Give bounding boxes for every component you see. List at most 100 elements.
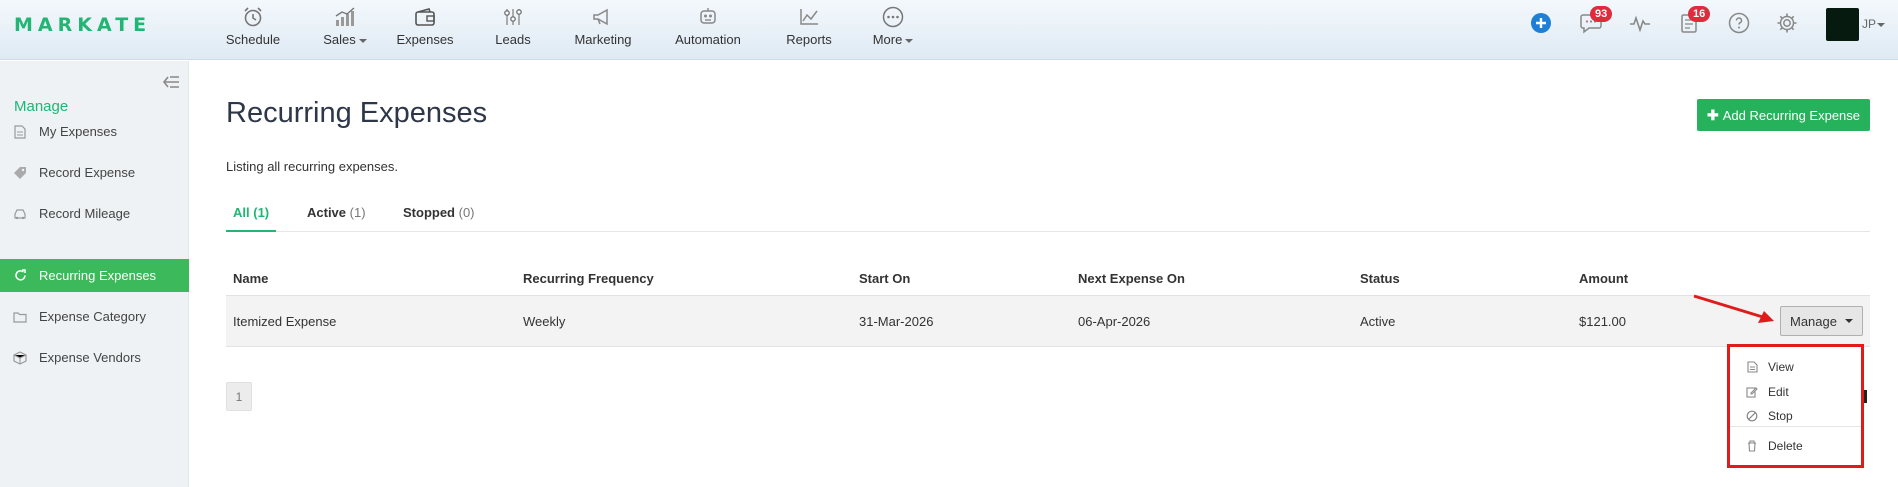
avatar[interactable] bbox=[1826, 8, 1859, 41]
sidebar-item-my-expenses[interactable]: My Expenses bbox=[0, 115, 189, 148]
tab-label: All bbox=[233, 205, 250, 220]
tab-count: (1) bbox=[349, 205, 366, 220]
box-icon bbox=[13, 350, 27, 365]
tasks-badge: 16 bbox=[1688, 6, 1711, 22]
tasks-button[interactable]: 16 bbox=[1674, 6, 1711, 40]
tab-count: (1) bbox=[253, 205, 270, 220]
manage-label: Manage bbox=[1790, 313, 1837, 329]
nav-label: Reports bbox=[786, 32, 832, 47]
cell-status: Active bbox=[1360, 313, 1396, 329]
column-header[interactable]: Start On bbox=[859, 262, 910, 295]
sidebar-item-label: Recurring Expenses bbox=[39, 268, 157, 283]
tab-count: (0) bbox=[458, 205, 475, 220]
nav-more[interactable]: More bbox=[872, 4, 914, 56]
nav-label: Schedule bbox=[225, 32, 281, 47]
sidebar-item-label: Expense Vendors bbox=[39, 350, 141, 365]
messages-badge: 93 bbox=[1590, 6, 1613, 22]
alarm-clock-icon bbox=[239, 4, 267, 30]
question-circle-icon bbox=[1728, 12, 1750, 39]
chevron-down-icon bbox=[1844, 319, 1853, 323]
tab-label: Stopped bbox=[403, 205, 455, 220]
pulse-icon bbox=[1629, 12, 1651, 39]
sidebar-item-record-expense[interactable]: Record Expense bbox=[0, 156, 189, 189]
table-row: Itemized Expense Weekly 31-Mar-2026 06-A… bbox=[226, 296, 1870, 347]
cell-frequency: Weekly bbox=[523, 313, 566, 329]
nav-reports[interactable]: Reports bbox=[786, 4, 832, 56]
plus-circle-icon bbox=[1530, 12, 1552, 39]
document-icon bbox=[13, 124, 27, 139]
cell-name: Itemized Expense bbox=[233, 313, 337, 329]
nav-marketing[interactable]: Marketing bbox=[574, 4, 632, 56]
line-chart-icon bbox=[795, 4, 823, 30]
sidebar-item-label: Record Mileage bbox=[39, 206, 131, 221]
megaphone-icon bbox=[589, 4, 617, 30]
sidebar-item-record-mileage[interactable]: Record Mileage bbox=[0, 197, 189, 230]
quick-add-button[interactable] bbox=[1526, 10, 1556, 40]
collapse-arrow-icon bbox=[162, 76, 179, 88]
edge-marker bbox=[1864, 390, 1867, 403]
annotation-arrow-icon bbox=[1693, 294, 1774, 323]
help-button[interactable] bbox=[1724, 10, 1754, 40]
wallet-icon bbox=[411, 4, 439, 30]
sidebar-item-expense-category[interactable]: Expense Category bbox=[0, 300, 189, 333]
column-header[interactable]: Recurring Frequency bbox=[523, 262, 654, 295]
messages-button[interactable]: 93 bbox=[1576, 6, 1613, 40]
robot-icon bbox=[694, 4, 722, 30]
nav-expenses[interactable]: Expenses bbox=[396, 4, 454, 56]
tab-stopped[interactable]: Stopped (0) bbox=[396, 202, 482, 232]
nav-label: Marketing bbox=[574, 32, 632, 47]
user-menu-toggle[interactable]: JP bbox=[1862, 17, 1886, 31]
nav-label: Expenses bbox=[396, 32, 454, 47]
tab-label: Active bbox=[307, 205, 347, 220]
annotation-highlight-box bbox=[1727, 344, 1864, 468]
nav-leads[interactable]: Leads bbox=[493, 4, 533, 56]
table-header: Name Recurring Frequency Start On Next E… bbox=[226, 262, 1870, 296]
chevron-down-icon bbox=[358, 38, 367, 43]
refresh-icon bbox=[13, 269, 27, 283]
page-title: Recurring Expenses bbox=[226, 97, 488, 129]
sidebar-item-recurring-expenses[interactable]: Recurring Expenses bbox=[0, 259, 189, 292]
sidebar-item-expense-vendors[interactable]: Expense Vendors bbox=[0, 341, 189, 374]
column-header[interactable]: Name bbox=[233, 262, 268, 295]
nav-label: Automation bbox=[675, 32, 741, 47]
page-subtitle: Listing all recurring expenses. bbox=[226, 159, 398, 174]
car-icon bbox=[13, 207, 27, 221]
chevron-down-icon bbox=[905, 38, 914, 43]
cell-next-expense-on: 06-Apr-2026 bbox=[1078, 313, 1151, 329]
nav-label: More bbox=[872, 32, 903, 47]
nav-label: Leads bbox=[495, 32, 531, 47]
app-logo[interactable]: MARKATE bbox=[14, 14, 151, 36]
nav-automation[interactable]: Automation bbox=[674, 4, 742, 56]
sales-chart-icon bbox=[331, 4, 359, 30]
activity-button[interactable] bbox=[1625, 10, 1655, 40]
tag-icon bbox=[13, 166, 27, 180]
manage-dropdown-button[interactable]: Manage bbox=[1780, 306, 1863, 336]
sliders-icon bbox=[499, 4, 527, 30]
plus-icon: ✚ bbox=[1706, 106, 1719, 123]
settings-button[interactable] bbox=[1772, 10, 1802, 40]
sidebar: Manage My Expenses Record Expense Record… bbox=[0, 61, 189, 487]
filter-tabs: All (1) Active (1) Stopped (0) bbox=[226, 202, 1870, 232]
nav-label: Sales bbox=[323, 32, 356, 47]
tab-active[interactable]: Active (1) bbox=[300, 202, 373, 232]
nav-sales[interactable]: Sales bbox=[320, 4, 370, 56]
add-recurring-expense-button[interactable]: ✚ Add Recurring Expense bbox=[1697, 99, 1870, 131]
column-header[interactable]: Next Expense On bbox=[1078, 262, 1185, 295]
tab-all[interactable]: All (1) bbox=[226, 202, 277, 232]
gear-icon bbox=[1776, 12, 1798, 39]
nav-schedule[interactable]: Schedule bbox=[226, 4, 280, 56]
pagination-page-1[interactable]: 1 bbox=[226, 382, 252, 411]
sidebar-item-label: Expense Category bbox=[39, 309, 146, 324]
ellipsis-circle-icon bbox=[879, 4, 907, 30]
folder-icon bbox=[13, 310, 27, 324]
sidebar-item-label: Record Expense bbox=[39, 165, 136, 180]
user-initials: JP bbox=[1862, 17, 1877, 31]
cell-amount: $121.00 bbox=[1579, 313, 1626, 329]
column-header[interactable]: Amount bbox=[1579, 262, 1628, 295]
column-header[interactable]: Status bbox=[1360, 262, 1400, 295]
top-navbar: MARKATE Schedule Sales Expenses Leads Ma… bbox=[0, 0, 1898, 60]
sidebar-heading: Manage bbox=[14, 98, 69, 115]
cell-start-on: 31-Mar-2026 bbox=[859, 313, 934, 329]
add-button-label: Add Recurring Expense bbox=[1722, 107, 1861, 123]
collapse-sidebar-button[interactable] bbox=[162, 75, 182, 91]
